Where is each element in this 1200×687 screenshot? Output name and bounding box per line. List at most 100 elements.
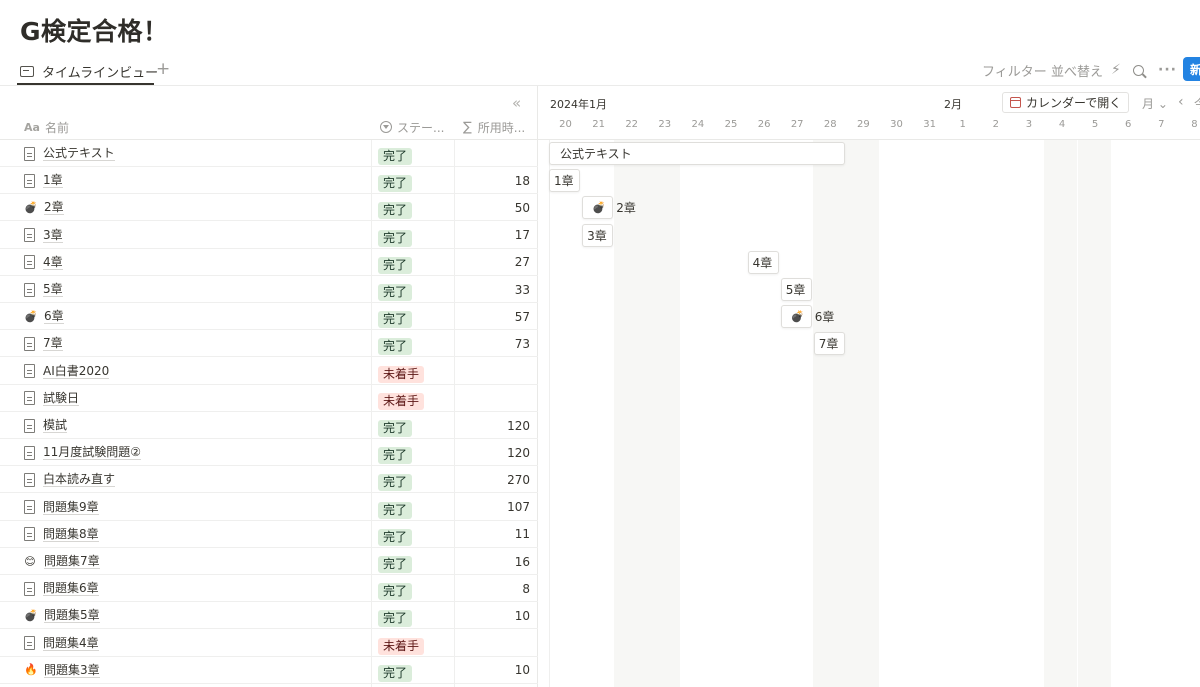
row-time-cell[interactable]: 57 (515, 303, 530, 330)
chevron-left-icon[interactable]: ‹ (1178, 94, 1184, 110)
table-row[interactable]: 白本読み直す 完了 270 (0, 466, 538, 494)
table-row[interactable]: 💣 6章 完了 57 (0, 303, 538, 331)
row-status-cell[interactable]: 完了 (378, 145, 413, 165)
header-name[interactable]: Aa 名前 (24, 114, 69, 140)
row-status-cell[interactable]: 未着手 (378, 390, 425, 410)
sort-button[interactable]: 並べ替え (1051, 60, 1103, 80)
table-row[interactable]: 😊 問題集7章 完了 16 (0, 548, 538, 575)
row-status-cell[interactable]: 完了 (378, 308, 413, 329)
table-row[interactable]: AI白書2020 未着手 (0, 358, 538, 385)
more-options-icon[interactable]: ··· (1158, 60, 1177, 80)
automation-bolt-icon[interactable]: ⚡ (1111, 60, 1121, 80)
row-time-cell[interactable]: 10 (515, 602, 530, 629)
row-status-cell[interactable]: 完了 (378, 580, 413, 601)
row-status-cell[interactable]: 完了 (378, 553, 413, 573)
row-time-cell[interactable]: 17 (515, 222, 530, 249)
timeline-bar[interactable]: 7章 (813, 332, 845, 356)
open-in-calendar-button[interactable]: カレンダーで開く (1002, 92, 1130, 113)
row-name-cell[interactable]: 5章 (24, 276, 63, 303)
row-status-cell[interactable]: 完了 (378, 281, 413, 301)
table-row[interactable]: 試験日 未着手 (0, 385, 538, 412)
row-time-cell[interactable]: 120 (507, 412, 530, 439)
row-name-cell[interactable]: 白本読み直す (24, 466, 116, 493)
timeline-bar[interactable]: 3章 (582, 223, 614, 247)
row-name-cell[interactable]: 模試 (24, 412, 68, 439)
table-row[interactable]: 5章 完了 33 (0, 276, 538, 303)
row-time-cell[interactable]: 73 (515, 330, 530, 357)
table-row[interactable]: 問題集4章 未着手 (0, 630, 538, 657)
row-time-cell[interactable]: 11 (515, 521, 530, 548)
row-name-cell[interactable]: AI白書2020 (24, 358, 110, 385)
row-name-cell[interactable]: 💣 2章 (24, 194, 64, 221)
search-button[interactable] (1133, 60, 1144, 80)
timeline-bar[interactable]: 公式テキスト (549, 142, 845, 165)
table-row[interactable]: 1章 完了 18 (0, 167, 538, 195)
row-time-cell[interactable]: 50 (515, 194, 530, 221)
row-time-cell[interactable]: 8 (522, 575, 530, 602)
table-row[interactable]: 11月度試験問題② 完了 120 (0, 439, 538, 467)
timeline-bar[interactable]: 💣 (582, 196, 614, 220)
row-time-cell[interactable]: 120 (507, 439, 530, 466)
new-button[interactable]: 新 (1183, 57, 1200, 81)
row-time-cell[interactable]: 18 (515, 167, 530, 194)
row-name-cell[interactable]: 問題集9章 (24, 494, 99, 521)
row-name-cell[interactable]: 1章 (24, 167, 63, 194)
row-name-cell[interactable]: 4章 (24, 249, 63, 276)
row-name-cell[interactable]: 試験日 (24, 385, 80, 412)
row-name-cell[interactable]: 😊 問題集7章 (24, 548, 100, 575)
collapse-table-icon[interactable]: « (512, 94, 521, 112)
row-status-cell[interactable]: 完了 (378, 526, 413, 546)
row-status-cell[interactable]: 完了 (378, 335, 413, 356)
filter-button[interactable]: フィルター (982, 60, 1047, 80)
row-name-cell[interactable]: 11月度試験問題② (24, 439, 142, 466)
table-row[interactable]: 4章 完了 27 (0, 249, 538, 276)
today-button[interactable]: 今 (1194, 95, 1200, 112)
table-row[interactable]: 問題集9章 完了 107 (0, 494, 538, 521)
row-name-cell[interactable]: 💣 6章 (24, 303, 64, 330)
header-status[interactable]: ステー... (380, 114, 444, 140)
row-status-cell[interactable]: 完了 (378, 417, 413, 437)
table-row[interactable]: 模試 完了 120 (0, 412, 538, 439)
row-status-cell[interactable]: 完了 (378, 227, 413, 247)
row-status-cell[interactable]: 完了 (378, 254, 413, 274)
row-name-cell[interactable]: 🔥 問題集3章 (24, 657, 100, 684)
row-status-cell[interactable]: 完了 (378, 607, 413, 628)
row-time-cell[interactable]: 27 (515, 249, 530, 276)
row-time-cell[interactable]: 16 (515, 548, 530, 575)
row-name-cell[interactable]: 問題集6章 (24, 575, 99, 602)
row-name-cell[interactable]: 問題集4章 (24, 630, 99, 657)
tab-timeline-view[interactable]: タイムラインビュー (20, 56, 164, 86)
row-name-cell[interactable]: 公式テキスト (24, 140, 115, 167)
table-row[interactable]: 💣 2章 完了 50 (0, 194, 538, 222)
table-row[interactable]: 問題集6章 完了 8 (0, 575, 538, 603)
timeline-bar[interactable]: 💣 (780, 305, 812, 329)
row-time-cell[interactable]: 10 (515, 657, 530, 684)
row-status-cell[interactable]: 未着手 (378, 635, 425, 655)
row-status-cell[interactable]: 完了 (378, 199, 413, 220)
table-row[interactable]: 3章 完了 17 (0, 222, 538, 249)
row-name-cell[interactable]: 問題集8章 (24, 521, 99, 548)
row-time-cell[interactable]: 270 (507, 466, 530, 493)
table-row[interactable]: 💣 問題集5章 完了 10 (0, 602, 538, 630)
row-time-cell[interactable]: 107 (507, 494, 530, 521)
row-status-cell[interactable]: 完了 (378, 172, 413, 193)
row-status-cell[interactable]: 未着手 (378, 363, 425, 383)
row-name-cell[interactable]: 3章 (24, 222, 63, 249)
row-status-cell[interactable]: 完了 (378, 662, 413, 682)
timeline-mode-select[interactable]: 月 ⌄ (1142, 95, 1168, 112)
table-row[interactable]: 7章 完了 73 (0, 330, 538, 358)
row-name-cell[interactable]: 💣 問題集5章 (24, 602, 100, 629)
table-row[interactable]: 公式テキスト 完了 (0, 140, 538, 167)
timeline-bar[interactable]: 4章 (747, 250, 779, 274)
row-status-cell[interactable]: 完了 (378, 444, 413, 465)
timeline-bar[interactable]: 5章 (780, 278, 812, 301)
table-row[interactable]: 問題集8章 完了 11 (0, 521, 538, 548)
table-row[interactable]: 🔥 問題集3章 完了 10 (0, 657, 538, 684)
row-name-cell[interactable]: 7章 (24, 330, 63, 357)
timeline-bar[interactable]: 1章 (549, 169, 581, 193)
row-time-cell[interactable]: 33 (515, 276, 530, 303)
add-view-icon[interactable]: + (156, 59, 170, 79)
row-status-cell[interactable]: 完了 (378, 499, 413, 519)
header-time[interactable]: ∑ 所用時... (463, 114, 525, 140)
row-status-cell[interactable]: 完了 (378, 471, 413, 492)
